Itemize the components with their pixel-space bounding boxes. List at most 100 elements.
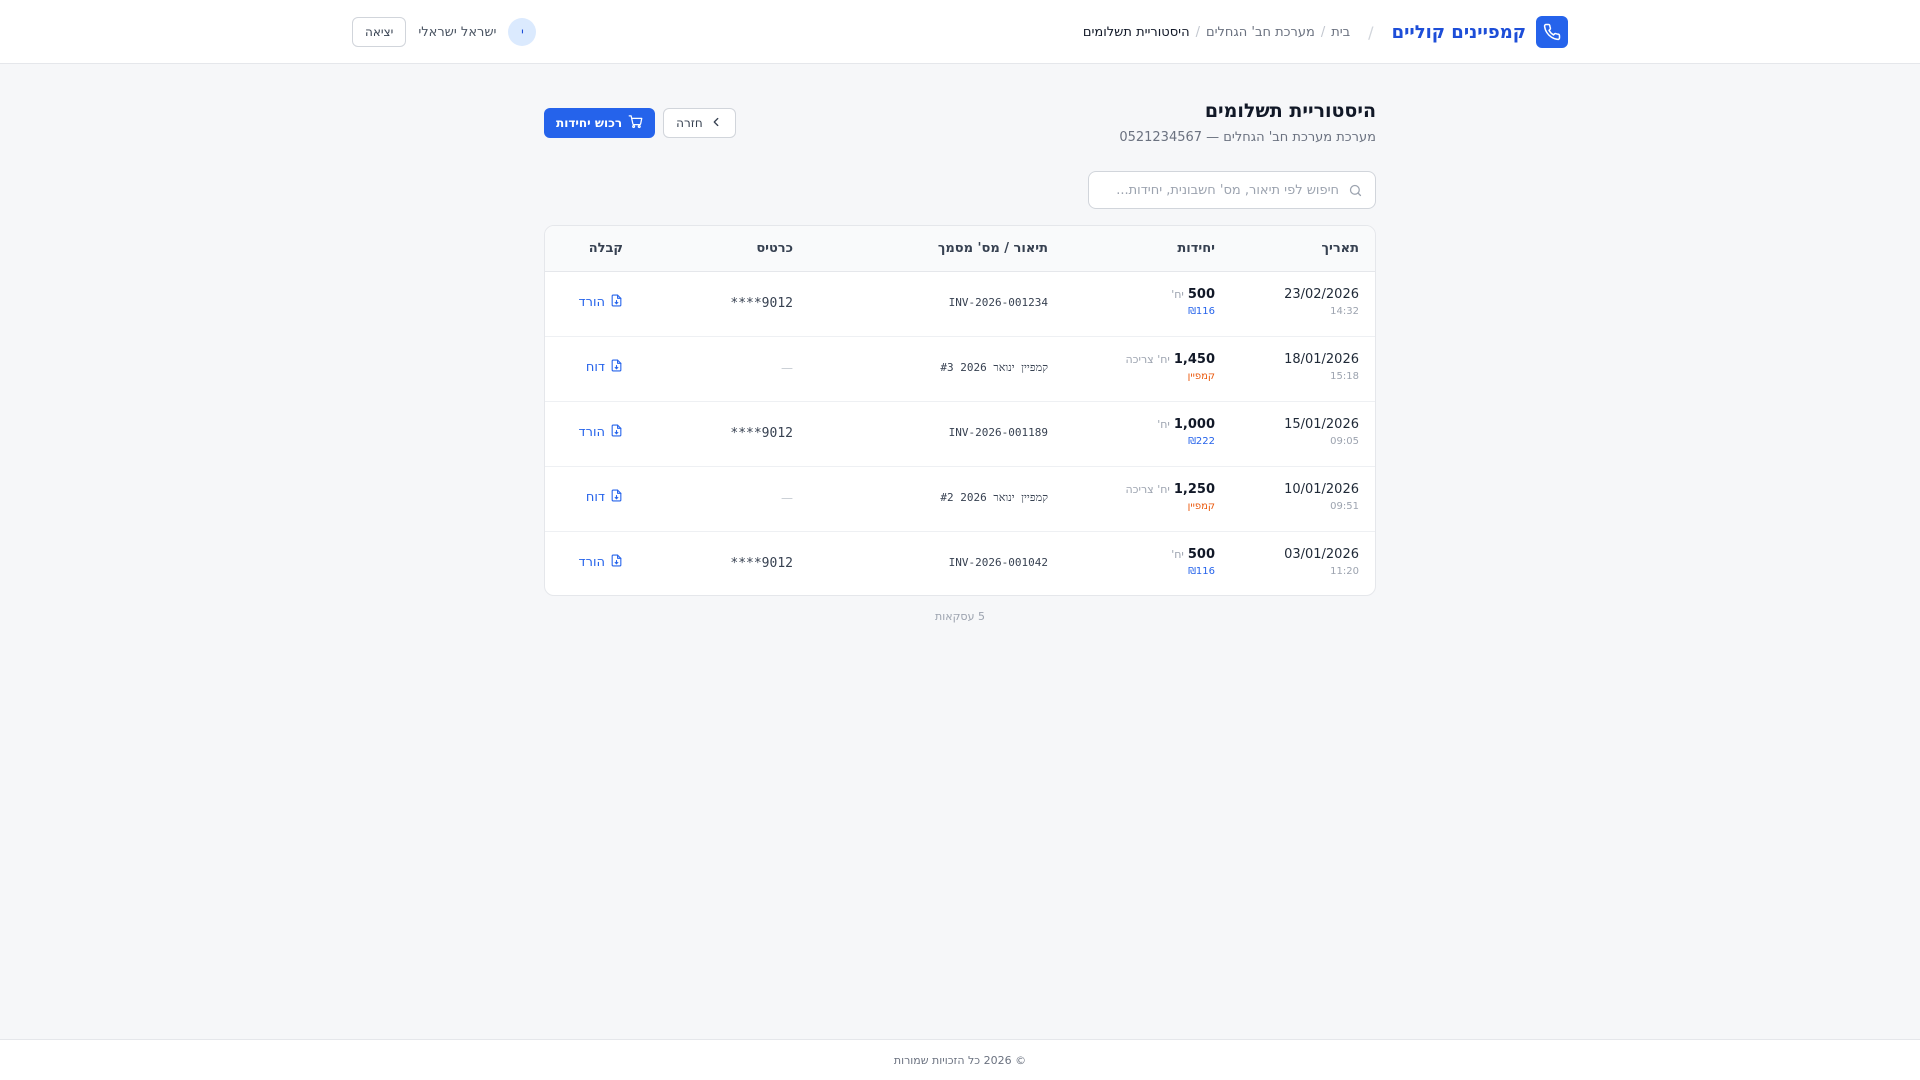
top-navbar: קמפיינים קוליים / בית / מערכת חב' הגחלים… — [0, 0, 1920, 64]
row-units-cell: 500 יח' ₪116 — [1171, 547, 1215, 577]
chevron-left-icon — [709, 115, 723, 132]
row-units-cell: 1,250 יח' צריכה קמפיין — [1126, 482, 1216, 512]
row-units-sub: ₪116 — [1188, 306, 1215, 317]
row-description: קמפיין ינואר 2026 #2 — [940, 491, 1048, 504]
row-units-sub: ₪116 — [1188, 566, 1215, 577]
row-date-cell: 10/01/2026 09:51 — [1284, 482, 1359, 512]
column-header-receipt: קבלה — [588, 241, 623, 256]
brand-name[interactable]: קמפיינים קוליים — [1392, 22, 1526, 43]
row-units: 500 — [1187, 287, 1215, 302]
table-row: 23/02/2026 14:32 500 יח' ₪116 INV-2026-0… — [545, 272, 1375, 337]
row-date: 23/02/2026 — [1284, 287, 1359, 302]
buy-units-label: רכוש יחידות — [556, 116, 623, 130]
file-download-icon — [610, 489, 623, 506]
breadcrumb: בית / מערכת חב' הגחלים / היסטוריית תשלומ… — [1083, 25, 1350, 40]
logout-button[interactable]: יציאה — [352, 17, 407, 47]
table-body: 23/02/2026 14:32 500 יח' ₪116 INV-2026-0… — [545, 272, 1375, 595]
row-time: 15:18 — [1330, 371, 1359, 382]
table-row: 15/01/2026 09:05 1,000 יח' ₪222 INV-2026… — [545, 402, 1375, 467]
row-date-cell: 23/02/2026 14:32 — [1284, 287, 1359, 317]
row-receipt-label: הורד — [578, 555, 605, 570]
row-units-sub: ₪222 — [1188, 436, 1215, 447]
row-card: — — [781, 361, 793, 375]
row-date: 10/01/2026 — [1284, 482, 1359, 497]
user-name: ישראל ישראלי — [418, 24, 497, 40]
row-date-cell: 15/01/2026 09:05 — [1284, 417, 1359, 447]
row-units-cell: 1,450 יח' צריכה קמפיין — [1126, 352, 1216, 382]
row-receipt-link[interactable]: דוח — [586, 359, 623, 376]
brand-separator: / — [1368, 22, 1374, 42]
row-units-suffix: יח' — [1171, 548, 1184, 561]
row-receipt-link[interactable]: הורד — [579, 424, 623, 441]
payments-table: תאריך יחידות תיאור / מס' מסמך כרטיס קבלה… — [544, 225, 1376, 596]
page-subtitle: מערכת מערכת חב' הגחלים — 0521234567 — [1119, 130, 1376, 145]
breadcrumb-current: היסטוריית תשלומים — [1082, 24, 1190, 40]
row-card: ****9012 — [730, 426, 793, 441]
row-description: קמפיין ינואר 2026 #3 — [940, 361, 1048, 374]
search-box — [1088, 171, 1376, 209]
row-receipt-link[interactable]: דוח — [586, 489, 623, 506]
row-description: INV-2026-001042 — [948, 556, 1048, 569]
row-units: 1,450 — [1173, 352, 1215, 367]
row-units-cell: 500 יח' ₪116 — [1171, 287, 1215, 317]
column-header-card: כרטיס — [756, 241, 793, 256]
row-receipt-link[interactable]: הורד — [579, 294, 623, 311]
column-header-units: יחידות — [1177, 241, 1215, 256]
file-download-icon — [610, 554, 623, 571]
cart-icon — [628, 114, 643, 132]
row-units-suffix: יח' צריכה — [1125, 353, 1170, 366]
row-units: 500 — [1187, 547, 1215, 562]
row-date: 03/01/2026 — [1284, 547, 1359, 562]
row-receipt-link[interactable]: הורד — [579, 554, 623, 571]
user-area: יציאה ישראל ישראלי י — [352, 16, 537, 48]
row-time: 11:20 — [1330, 566, 1359, 577]
row-date-cell: 18/01/2026 15:18 — [1284, 352, 1359, 382]
row-units: 1,000 — [1173, 417, 1215, 432]
row-card: ****9012 — [730, 556, 793, 571]
back-button[interactable]: חזרה — [663, 108, 736, 138]
row-receipt-label: דוח — [585, 360, 605, 375]
phone-icon[interactable] — [1536, 16, 1568, 48]
row-card: ****9012 — [730, 296, 793, 311]
page-header: היסטוריית תשלומים מערכת מערכת חב' הגחלים… — [544, 96, 1376, 152]
row-time: 09:05 — [1330, 436, 1359, 447]
column-header-date: תאריך — [1321, 241, 1359, 256]
row-receipt-label: הורד — [578, 425, 605, 440]
row-units-cell: 1,000 יח' ₪222 — [1157, 417, 1215, 447]
avatar: י — [508, 18, 537, 46]
breadcrumb-system[interactable]: מערכת חב' הגחלים — [1206, 25, 1315, 40]
table-row: 03/01/2026 11:20 500 יח' ₪116 INV-2026-0… — [545, 532, 1375, 595]
row-units-suffix: יח' — [1157, 418, 1170, 431]
buy-units-button[interactable]: רכוש יחידות — [544, 108, 656, 138]
table-row: 10/01/2026 09:51 1,250 יח' צריכה קמפיין … — [545, 467, 1375, 532]
file-download-icon — [610, 359, 623, 376]
page-title: היסטוריית תשלומים — [1204, 100, 1376, 122]
row-units-sub: קמפיין — [1187, 501, 1215, 512]
breadcrumb-separator: / — [1320, 24, 1326, 40]
row-receipt-label: הורד — [578, 295, 605, 310]
back-label: חזרה — [676, 116, 703, 130]
column-header-description: תיאור / מס' מסמך — [937, 241, 1048, 256]
row-date: 15/01/2026 — [1284, 417, 1359, 432]
file-download-icon — [610, 424, 623, 441]
row-time: 09:51 — [1330, 501, 1359, 512]
breadcrumb-separator: / — [1195, 24, 1200, 40]
row-description: INV-2026-001234 — [948, 296, 1048, 309]
search-input[interactable] — [1089, 172, 1375, 208]
row-receipt-label: דוח — [585, 490, 605, 505]
row-units-suffix: יח' — [1171, 288, 1184, 301]
file-download-icon — [610, 294, 623, 311]
breadcrumb-home[interactable]: בית — [1331, 25, 1350, 40]
footer: © 2026 כל הזכויות שמורות — [0, 1039, 1920, 1080]
row-units-sub: קמפיין — [1187, 371, 1215, 382]
row-units: 1,250 — [1173, 482, 1215, 497]
table-header: תאריך יחידות תיאור / מס' מסמך כרטיס קבלה — [545, 226, 1375, 272]
brand-area: קמפיינים קוליים / בית / מערכת חב' הגחלים… — [1083, 16, 1568, 48]
header-actions: רכוש יחידות חזרה — [544, 108, 736, 138]
row-time: 14:32 — [1330, 306, 1359, 317]
footer-copyright: © 2026 כל הזכויות שמורות — [893, 1054, 1027, 1067]
transaction-count: 5 עסקאות — [935, 610, 985, 623]
row-date: 18/01/2026 — [1284, 352, 1359, 367]
search-icon — [1348, 183, 1363, 202]
row-description: INV-2026-001189 — [948, 426, 1048, 439]
